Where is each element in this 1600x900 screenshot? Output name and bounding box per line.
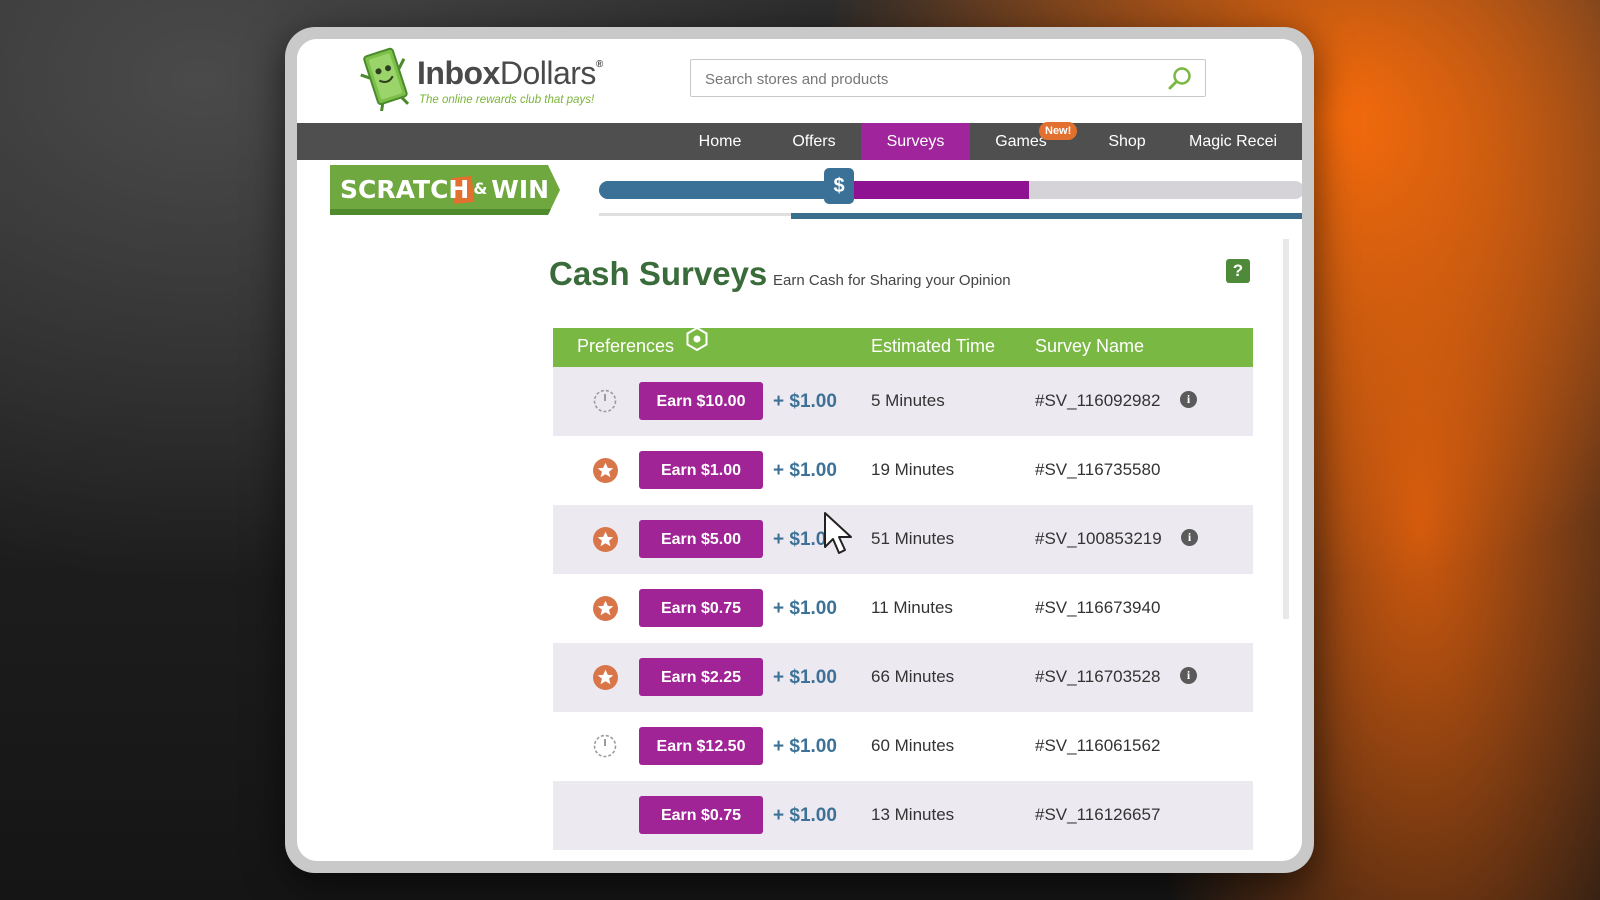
estimated-time: 66 Minutes [871,667,955,686]
clock-icon [593,734,617,758]
table-row: Earn $12.50 + $1.00 60 Minutes #SV_11606156… [553,712,1253,781]
new-badge: New! [1039,122,1078,140]
estimated-time: 5 Minutes [871,391,945,410]
table-row: Earn $10.00 + $1.00 5 Minutes #SV_116092982… [553,367,1253,436]
help-icon[interactable]: ? [1226,259,1250,283]
preferences-label: Preferences [577,336,675,356]
settings-gear-icon [685,326,709,364]
search-input[interactable] [703,60,1147,98]
earn-button[interactable]: Earn $12.50 [639,727,763,765]
main-nav: Home Offers Surveys Games New! Shop Magi… [297,122,1302,160]
estimated-time: 11 Minutes [871,598,953,617]
table-row: Earn $1.00 + $1.00 19 Minutes #SV_116735580 [553,436,1253,505]
nav-shop[interactable]: Shop [1099,123,1155,160]
earn-button[interactable]: Earn $0.75 [639,589,763,627]
nav-games-label: Games [995,133,1047,150]
scrollbar[interactable] [1283,239,1289,619]
estimated-time: 13 Minutes [871,805,955,824]
bonus-amount: + $1.0 [773,529,827,550]
earn-button[interactable]: Earn $5.00 [639,520,763,558]
site-header: InboxDollars® The online rewards club th… [297,39,1302,123]
estimated-time-header: Estimated Time [871,336,996,356]
browser-screen: InboxDollars® The online rewards club th… [297,39,1302,861]
earn-button[interactable]: Earn $2.25 [639,658,763,696]
star-icon [593,665,618,690]
survey-name-header: Survey Name [1035,336,1145,356]
estimated-time: 51 Minutes [871,529,955,548]
search-bar [690,59,1206,98]
device-frame: InboxDollars® The online rewards club th… [285,27,1314,873]
survey-name: #SV_116061562 [1035,736,1161,755]
nav-games[interactable]: Games New! [987,122,1078,160]
bonus-amount: + $1.00 [773,391,837,412]
progress-earned-segment [599,181,839,199]
info-icon[interactable]: i [1180,391,1197,408]
bonus-amount: + $1.00 [773,736,837,757]
info-icon[interactable]: i [1180,667,1197,684]
scratch-and-win-title: SCRATCH & WIN [340,175,550,204]
table-body: Earn $10.00 + $1.00 5 Minutes #SV_116092982… [553,367,1253,850]
star-icon [593,458,618,483]
table-row: Earn $2.25 + $1.00 66 Minutes #SV_116703528… [553,643,1253,712]
dollar-mascot-icon [360,47,410,111]
survey-name: #SV_116735580 [1035,460,1161,479]
survey-name: #SV_116092982 [1035,391,1161,410]
progress-underline [791,213,1302,219]
nav-offers[interactable]: Offers [777,123,851,160]
nav-magic-receipts[interactable]: Magic Recei [1189,123,1302,160]
table-row: Earn $5.00 + $1.0 51 Minutes #SV_100853219 i [553,505,1253,574]
surveys-table: Preferences Estimated Time Survey Name E… [553,326,1253,850]
nav-home[interactable]: Home [687,123,753,160]
survey-name: #SV_116126657 [1035,805,1161,824]
logo-wordmark: InboxDollars® [417,55,603,91]
page-subtitle: Earn Cash for Sharing your Opinion [773,272,1011,289]
inboxdollars-logo[interactable]: InboxDollars® The online rewards club th… [359,45,629,115]
survey-name: #SV_116703528 [1035,667,1161,686]
estimated-time: 60 Minutes [871,736,955,755]
clock-icon [593,389,617,413]
search-icon[interactable] [1167,66,1193,92]
preferences-header[interactable]: Preferences [577,326,709,366]
table-row: Earn $0.75 + $1.00 11 Minutes #SV_116673940 [553,574,1253,643]
logo-tagline: The online rewards club that pays! [419,94,595,106]
bonus-amount: + $1.00 [773,805,837,826]
nav-surveys[interactable]: Surveys [861,123,970,160]
bonus-amount: + $1.00 [773,667,837,688]
page-title: Cash Surveys [549,255,768,292]
star-icon [593,527,618,552]
info-icon[interactable]: i [1181,529,1198,546]
earn-button[interactable]: Earn $1.00 [639,451,763,489]
scratch-progress-bar: $ [599,168,1302,204]
divider [599,213,791,216]
bonus-amount: + $1.00 [773,460,837,481]
progress-pending-segment [839,181,1029,199]
scratch-and-win-banner[interactable]: SCRATCH & WIN [330,163,562,215]
table-header: Preferences Estimated Time Survey Name [553,326,1253,367]
mouse-cursor-icon [824,512,852,554]
survey-name: #SV_116673940 [1035,598,1161,617]
survey-name: #SV_100853219 [1035,529,1162,548]
estimated-time: 19 Minutes [871,460,955,479]
earn-button[interactable]: Earn $0.75 [639,796,763,834]
bonus-amount: + $1.00 [773,598,837,619]
earn-button[interactable]: Earn $10.00 [639,382,763,420]
star-icon [593,596,618,621]
table-row: Earn $0.75 + $1.00 13 Minutes #SV_116126657 [553,781,1253,850]
progress-dollar-marker: $ [824,168,854,204]
